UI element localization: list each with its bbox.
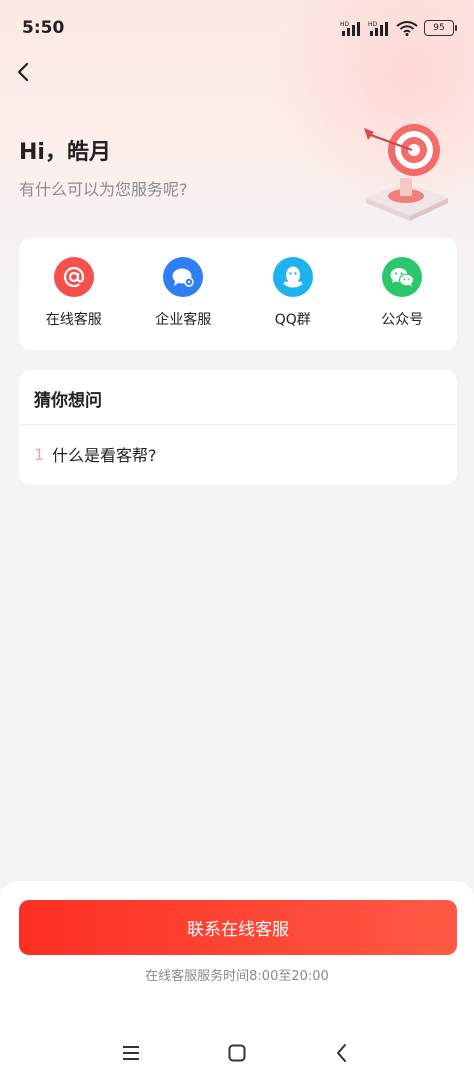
- system-back-button[interactable]: [327, 1038, 357, 1068]
- faq-item-text: 什么是看客帮?: [52, 446, 157, 465]
- service-label: 企业客服: [155, 312, 212, 328]
- faq-item[interactable]: 1 什么是看客帮?: [34, 442, 157, 466]
- wifi-icon: [396, 21, 418, 36]
- status-time: 5:50: [22, 18, 65, 38]
- status-icons: HD HD 95: [340, 20, 457, 36]
- signal-hd-label: HD: [340, 21, 350, 28]
- status-bar: 5:50 HD HD 95: [0, 0, 474, 60]
- service-label: QQ群: [274, 312, 311, 328]
- signal-icon: HD: [340, 21, 360, 36]
- wechat-icon: [382, 257, 423, 297]
- system-nav-bar: [0, 1030, 474, 1074]
- service-channels-card: 在线客服 企业客服 QQ群 公众号: [19, 238, 457, 350]
- service-hours: 在线客服服务时间8:00至20:00: [145, 969, 329, 984]
- enterprise-chat-icon: [163, 257, 204, 297]
- service-enterprise[interactable]: 企业客服: [129, 238, 239, 350]
- service-official-account[interactable]: 公众号: [348, 238, 458, 350]
- divider: [19, 424, 457, 425]
- qq-icon: [272, 257, 313, 297]
- greeting-subtitle: 有什么可以为您服务呢?: [19, 180, 188, 199]
- faq-card: 猜你想问 1 什么是看客帮?: [19, 370, 457, 485]
- battery-level: 95: [433, 23, 445, 33]
- back-button[interactable]: [12, 58, 36, 86]
- service-online[interactable]: 在线客服: [19, 238, 129, 350]
- faq-title: 猜你想问: [34, 391, 102, 411]
- at-icon: [53, 257, 94, 297]
- target-illustration-icon: [364, 124, 448, 221]
- contact-online-service-button[interactable]: 联系在线客服: [19, 900, 457, 955]
- signal-hd-label: HD: [368, 21, 378, 28]
- chevron-left-icon: [17, 62, 29, 82]
- signal-icon: HD: [368, 21, 388, 36]
- faq-item-number: 1: [34, 444, 45, 464]
- chevron-left-icon: [337, 1044, 346, 1062]
- service-label: 在线客服: [45, 312, 102, 328]
- battery-icon: 95: [424, 20, 457, 36]
- square-icon: [228, 1044, 246, 1062]
- greeting-title: Hi，皓月: [19, 140, 111, 165]
- service-qq-group[interactable]: QQ群: [238, 238, 348, 350]
- menu-button[interactable]: [116, 1038, 146, 1068]
- service-label: 公众号: [381, 312, 424, 328]
- home-button[interactable]: [222, 1038, 252, 1068]
- menu-icon: [123, 1046, 139, 1060]
